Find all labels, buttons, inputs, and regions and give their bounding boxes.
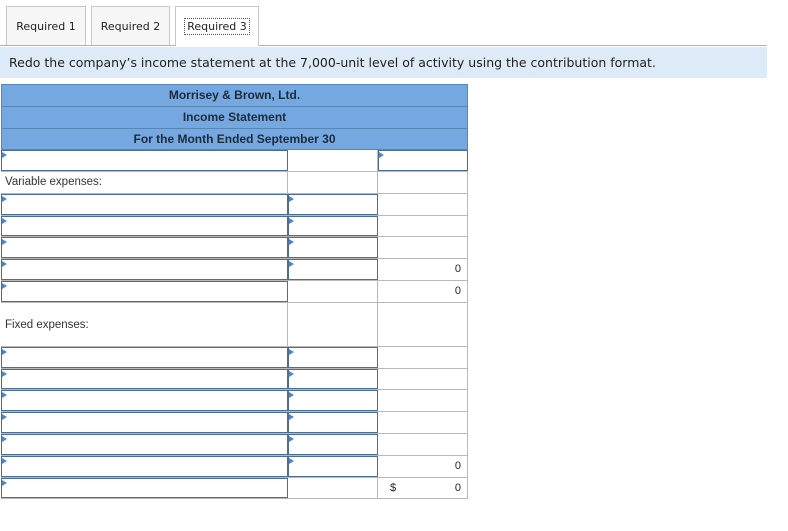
fixed-expense-amount-input[interactable] <box>288 433 378 455</box>
fixed-expense-row <box>1 390 468 413</box>
variable-expense-label-input[interactable] <box>1 237 288 259</box>
contribution-margin-label-input[interactable] <box>1 280 288 302</box>
tab-required-1[interactable]: Required 1 <box>6 6 86 45</box>
empty-cell <box>288 150 378 171</box>
sales-row <box>1 150 468 172</box>
fixed-expense-row: 0 <box>1 455 468 478</box>
empty-cell <box>378 390 468 412</box>
fixed-expense-label-input[interactable] <box>1 368 288 390</box>
variable-expense-row: 0 <box>1 259 468 281</box>
empty-cell <box>378 302 468 346</box>
net-operating-income-label-input[interactable] <box>1 477 288 499</box>
empty-cell <box>378 237 468 259</box>
variable-expenses-header-row: Variable expenses: <box>1 171 468 194</box>
fixed-expense-label-input[interactable] <box>1 390 288 412</box>
fixed-expense-amount-input[interactable] <box>288 390 378 412</box>
empty-cell <box>288 302 378 346</box>
empty-cell <box>378 171 468 193</box>
tab-label: Required 1 <box>16 19 76 33</box>
fixed-expense-row <box>1 433 468 456</box>
fixed-expense-row <box>1 346 468 369</box>
fixed-expense-label-input[interactable] <box>1 455 288 477</box>
variable-expense-label-input[interactable] <box>1 193 288 215</box>
income-statement: Morrisey & Brown, Ltd. Income Statement … <box>1 84 468 500</box>
total-fixed-expenses-value: 0 <box>378 455 468 477</box>
variable-expense-amount-input[interactable] <box>288 215 378 237</box>
variable-expense-label-input[interactable] <box>1 259 288 280</box>
net-operating-income-row: $ 0 <box>1 477 468 500</box>
empty-cell <box>378 346 468 368</box>
empty-cell <box>288 171 378 193</box>
fixed-expense-amount-input[interactable] <box>288 455 378 477</box>
statement-period: For the Month Ended September 30 <box>1 128 468 150</box>
tab-required-3[interactable]: Required 3 <box>175 6 259 46</box>
tab-divider <box>0 45 767 46</box>
fixed-expense-label-input[interactable] <box>1 412 288 433</box>
instruction-text: Redo the company’s income statement at t… <box>0 47 767 78</box>
empty-cell <box>378 412 468 433</box>
fixed-expenses-header-row: Fixed expenses: <box>1 302 468 347</box>
variable-expense-row <box>1 193 468 216</box>
empty-cell <box>378 193 468 215</box>
contribution-margin-value: 0 <box>378 280 468 302</box>
statement-title: Income Statement <box>1 106 468 128</box>
net-operating-income-amount: 0 <box>454 481 461 494</box>
empty-cell <box>378 215 468 237</box>
fixed-expense-row <box>1 412 468 434</box>
tab-required-2[interactable]: Required 2 <box>91 6 170 45</box>
total-variable-expenses-value: 0 <box>378 259 468 280</box>
fixed-expense-label-input[interactable] <box>1 346 288 368</box>
variable-expense-row <box>1 237 468 260</box>
fixed-expense-row <box>1 368 468 391</box>
variable-expense-amount-input[interactable] <box>288 237 378 259</box>
variable-expense-label-input[interactable] <box>1 215 288 237</box>
variable-expense-amount-input[interactable] <box>288 193 378 215</box>
empty-cell <box>288 477 378 499</box>
dollar-sign: $ <box>390 481 397 494</box>
variable-expense-row <box>1 215 468 238</box>
fixed-expense-amount-input[interactable] <box>288 412 378 433</box>
empty-cell <box>288 280 378 302</box>
fixed-expense-amount-input[interactable] <box>288 368 378 390</box>
sales-amount-input[interactable] <box>378 150 468 171</box>
fixed-expenses-label: Fixed expenses: <box>1 302 288 346</box>
empty-cell <box>378 368 468 390</box>
company-name: Morrisey & Brown, Ltd. <box>1 84 468 106</box>
sales-label-input[interactable] <box>1 150 288 171</box>
fixed-expense-label-input[interactable] <box>1 433 288 455</box>
contribution-margin-row: 0 <box>1 280 468 303</box>
empty-cell <box>378 433 468 455</box>
variable-expense-amount-input[interactable] <box>288 259 378 280</box>
tab-label: Required 2 <box>100 19 161 33</box>
tab-label: Required 3 <box>184 18 250 35</box>
net-operating-income-value: $ 0 <box>378 477 468 499</box>
variable-expenses-label: Variable expenses: <box>1 171 288 193</box>
fixed-expense-amount-input[interactable] <box>288 346 378 368</box>
tab-bar: Required 1 Required 2 Required 3 <box>0 0 788 47</box>
